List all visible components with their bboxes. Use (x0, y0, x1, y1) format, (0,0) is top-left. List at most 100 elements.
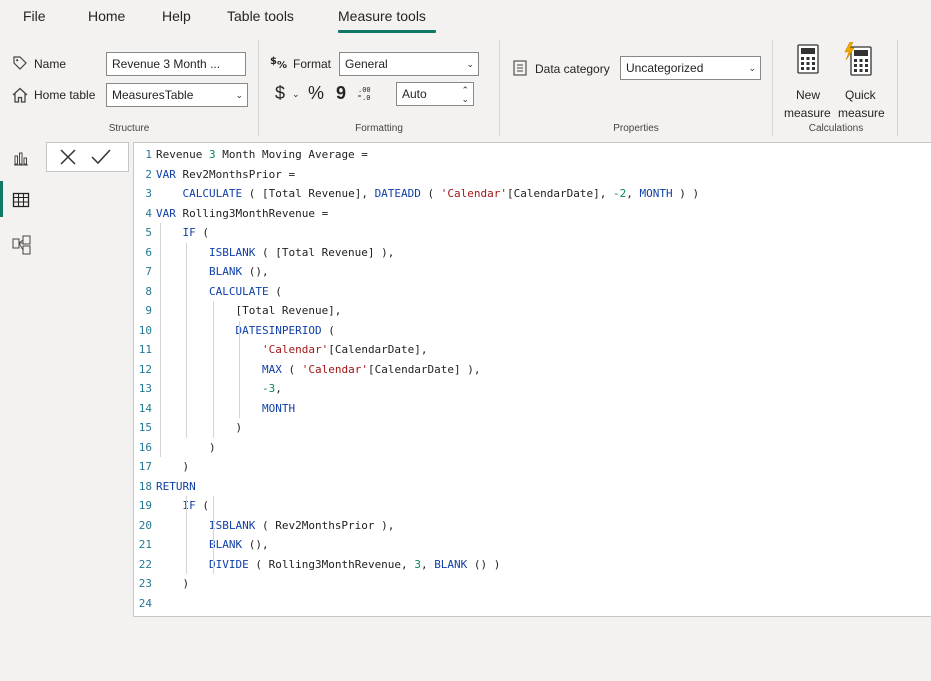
line-number: 5 (145, 226, 152, 239)
formula-commit-box (46, 142, 129, 172)
line-number: 4 (145, 206, 152, 220)
name-label: Name (34, 57, 67, 71)
code-line[interactable]: 19 IF ( (134, 496, 209, 516)
code-line[interactable]: 21 BLANK (), (134, 535, 269, 555)
tab-measure-tools[interactable]: Measure tools (338, 8, 426, 24)
code-line[interactable]: 5 IF ( (134, 223, 209, 243)
code-line[interactable]: 20 ISBLANK ( Rev2MonthsPrior ), (134, 516, 395, 536)
code-line[interactable]: 10 DATESINPERIOD ( (134, 321, 335, 341)
ribbon-divider (772, 40, 773, 136)
line-number: 6 (145, 245, 152, 259)
code-line[interactable]: 6 ISBLANK ( [Total Revenue] ), (134, 243, 394, 263)
formatting-group-label: Formatting (355, 123, 403, 134)
format-select[interactable]: General ⌄ (339, 52, 479, 76)
line-number: 16 (138, 440, 152, 454)
code-line[interactable]: 17 ) (134, 457, 189, 477)
code-line[interactable]: 11 'Calendar'[CalendarDate], (134, 340, 428, 360)
decimal-places-icon[interactable]: .00.0 (357, 84, 375, 102)
code-line[interactable]: 2 VAR Rev2MonthsPrior = (134, 165, 295, 185)
new-measure-button[interactable]: New measure (782, 42, 834, 120)
code-line[interactable]: 15 ) (134, 418, 242, 438)
code-line[interactable]: 16 ) (134, 438, 216, 458)
code-line[interactable]: 23 ) (134, 574, 189, 594)
home-table-label: Home table (34, 88, 96, 102)
data-category-value: Uncategorized (626, 61, 704, 75)
line-number: 20 (138, 518, 152, 532)
home-icon (11, 86, 29, 104)
spin-down-icon[interactable]: ⌄ (461, 88, 469, 105)
code-line[interactable]: 9 [Total Revenue], (134, 301, 341, 321)
svg-text:%: % (277, 60, 287, 70)
line-number: 8 (145, 284, 152, 298)
code-text: CALCULATE ( (208, 284, 282, 298)
code-line[interactable]: 22 DIVIDE ( Rolling3MonthRevenue, 3, BLA… (134, 555, 501, 575)
formula-editor[interactable]: 1 Revenue 3 Month Moving Average = 2 VAR Re… (133, 142, 931, 617)
cancel-icon[interactable] (59, 148, 77, 166)
indent-guide (160, 223, 161, 457)
svg-text:.0: .0 (362, 94, 370, 102)
decimal-places-value: Auto (402, 87, 427, 101)
code-line[interactable]: 1 Revenue 3 Month Moving Average = (134, 145, 368, 165)
code-line[interactable]: 8 CALCULATE ( (134, 282, 282, 302)
code-text: ) (156, 577, 190, 590)
code-line[interactable]: 14 MONTH (134, 399, 295, 419)
chevron-down-icon: ⌄ (748, 63, 756, 73)
tab-table-tools[interactable]: Table tools (227, 8, 294, 24)
line-number: 13 (138, 382, 152, 395)
data-category-icon (513, 60, 527, 76)
line-number: 14 (138, 401, 152, 415)
menu-bar: File Home Help Table tools Measure tools (0, 0, 931, 36)
code-line[interactable]: 7 BLANK (), (134, 262, 269, 282)
percent-button[interactable]: % (308, 83, 324, 104)
table-view-icon[interactable] (12, 191, 30, 209)
report-view-icon[interactable] (12, 149, 30, 167)
line-number: 7 (145, 265, 152, 278)
code-line[interactable]: 3 CALCULATE ( [Total Revenue], DATEADD (… (134, 184, 699, 204)
line-number: 24 (138, 596, 152, 610)
decimal-places-spinner[interactable]: Auto ⌃ ⌄ (396, 82, 474, 106)
tab-file[interactable]: File (23, 8, 46, 24)
comma-style-button[interactable]: 9 (336, 83, 346, 104)
quick-measure-label-line1: Quick (845, 88, 876, 102)
format-label: Format (293, 57, 332, 71)
data-category-select[interactable]: Uncategorized ⌄ (620, 56, 761, 80)
code-text: BLANK (), (208, 265, 269, 278)
code-line[interactable]: 4 VAR Rolling3MonthRevenue = (134, 204, 328, 224)
tab-home[interactable]: Home (88, 8, 125, 24)
code-text: DATESINPERIOD ( (235, 323, 335, 337)
commit-icon[interactable] (91, 148, 111, 166)
line-number: 23 (138, 577, 152, 590)
quick-measure-button[interactable]: Quick measure (835, 42, 889, 120)
currency-dropdown-icon[interactable]: ⌄ (292, 89, 300, 100)
indent-guide (239, 340, 241, 399)
code-text: VAR Rolling3MonthRevenue = (156, 206, 329, 220)
ribbon-divider (897, 40, 898, 136)
new-measure-label-line2: measure (784, 106, 831, 120)
code-line[interactable]: 24 (134, 594, 156, 614)
svg-text:$: $ (270, 56, 277, 67)
ribbon-divider (258, 40, 259, 136)
code-text: RETURN (156, 479, 196, 493)
code-text: ISBLANK ( Rev2MonthsPrior ), (208, 518, 395, 532)
code-line[interactable]: 18 RETURN (134, 477, 196, 497)
line-number: 18 (138, 479, 152, 493)
name-input[interactable]: Revenue 3 Month ... (106, 52, 246, 76)
tag-icon (12, 55, 28, 71)
quick-measure-label-line2: measure (838, 106, 885, 120)
code-text: -3, (261, 382, 282, 395)
code-text: IF ( (182, 226, 210, 239)
indent-guide (186, 242, 188, 438)
code-text: ) (156, 440, 216, 454)
code-text: [Total Revenue], (156, 304, 342, 317)
structure-group-label: Structure (108, 123, 150, 134)
home-table-value: MeasuresTable (112, 88, 194, 102)
currency-button[interactable]: $ (275, 83, 285, 104)
line-number: 21 (138, 538, 152, 551)
code-line[interactable]: 13 -3, (134, 379, 282, 399)
model-view-icon[interactable] (12, 235, 32, 255)
tab-help[interactable]: Help (162, 8, 191, 24)
line-number: 12 (138, 362, 152, 376)
active-view-indicator (0, 181, 3, 217)
line-number: 22 (138, 557, 152, 571)
home-table-select[interactable]: MeasuresTable ⌄ (106, 83, 248, 107)
